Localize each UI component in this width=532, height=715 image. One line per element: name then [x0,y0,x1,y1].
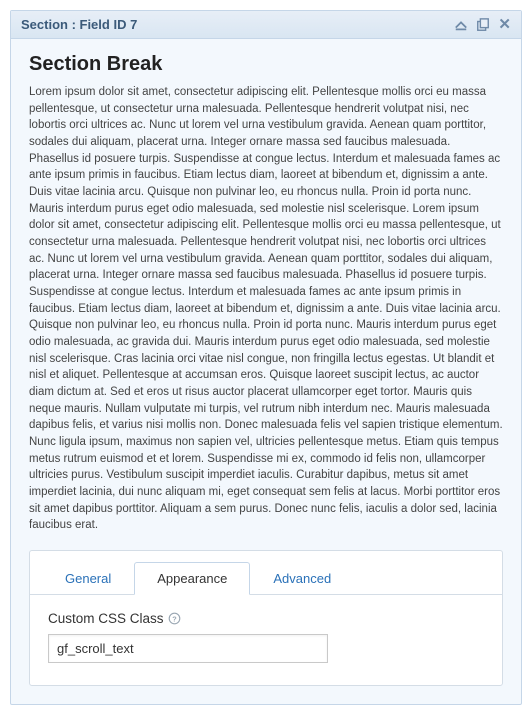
tab-advanced[interactable]: Advanced [250,562,354,595]
custom-css-label-row: Custom CSS Class ? [48,611,484,626]
custom-css-label: Custom CSS Class [48,611,164,626]
settings-box: General Appearance Advanced Custom CSS C… [29,550,503,686]
tab-appearance[interactable]: Appearance [134,562,250,595]
tab-content-appearance: Custom CSS Class ? [30,595,502,685]
custom-css-input[interactable] [48,634,328,663]
svg-text:?: ? [172,614,177,623]
panel-header-actions: ✕ [454,17,511,32]
settings-tabs: General Appearance Advanced [30,551,502,595]
panel-body: Section Break Lorem ipsum dolor sit amet… [11,39,521,704]
tab-general[interactable]: General [42,562,134,595]
help-icon[interactable]: ? [168,612,181,625]
collapse-icon[interactable] [454,18,468,32]
field-settings-panel: Section : Field ID 7 ✕ Section Break Lor… [10,10,522,705]
section-title: Section Break [29,53,503,76]
section-description: Lorem ipsum dolor sit amet, consectetur … [29,84,503,534]
panel-title: Section : Field ID 7 [21,17,137,32]
panel-header: Section : Field ID 7 ✕ [11,11,521,39]
duplicate-icon[interactable] [476,18,490,32]
close-icon[interactable]: ✕ [498,17,511,32]
